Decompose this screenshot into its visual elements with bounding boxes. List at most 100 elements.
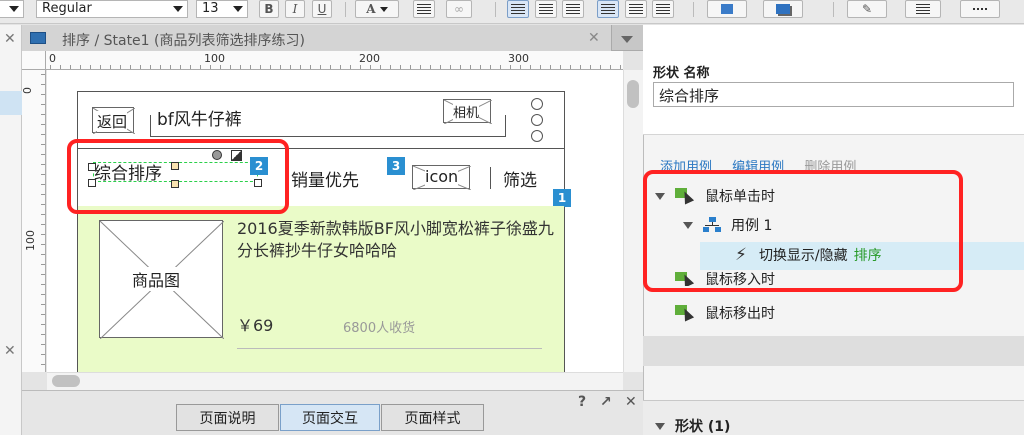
- event-on-mouse-leave[interactable]: 鼠标移出时: [675, 303, 775, 323]
- toolbar-separator: [345, 2, 346, 17]
- vertical-scrollbar[interactable]: [623, 70, 643, 372]
- italic-button[interactable]: I: [285, 0, 305, 18]
- line-width-button[interactable]: [905, 0, 941, 18]
- more-dot[interactable]: [531, 130, 543, 142]
- shape-section-label: 形状 (1): [675, 419, 731, 435]
- ruler-label: 0: [21, 87, 34, 94]
- pen-icon: ✎: [861, 2, 873, 16]
- product-title: 2016夏季新款韩版BF风小脚宽松裤子徐盛九分长裤抄牛仔女哈哈哈: [237, 219, 554, 260]
- icon-placeholder-label: icon: [425, 167, 459, 186]
- bold-button[interactable]: B: [259, 0, 279, 18]
- mouse-event-icon: [675, 305, 695, 322]
- ruler-label: 100: [204, 52, 225, 65]
- ruler-corner: [22, 51, 46, 70]
- filter-divider: [490, 167, 491, 189]
- toolbar-separator: [833, 2, 834, 17]
- font-style-value: Regular: [42, 1, 92, 16]
- font-size-value: 13: [202, 1, 219, 16]
- vertical-scrollbar-thumb[interactable]: [627, 80, 639, 108]
- font-color-icon: A: [366, 2, 376, 16]
- vertical-ruler: 0 100: [21, 70, 46, 372]
- more-dot[interactable]: [531, 98, 543, 110]
- expand-chevron-down-icon[interactable]: [655, 422, 665, 430]
- page-icon: [30, 32, 46, 44]
- search-box-text: bf风牛仔裤: [157, 110, 242, 130]
- bullet-list-button[interactable]: [413, 0, 435, 18]
- ruler-label: 0: [49, 52, 56, 65]
- selected-page-highlight: [0, 91, 22, 115]
- event-label: 鼠标移出时: [705, 306, 775, 322]
- font-size-select[interactable]: 13: [196, 0, 248, 18]
- annotation-badge-1[interactable]: 1: [553, 189, 571, 207]
- tab-page-interactions[interactable]: 页面交互: [280, 404, 380, 431]
- callout-highlight: [67, 139, 289, 214]
- link-icon: ∞: [454, 2, 464, 16]
- fill-color-button[interactable]: [707, 0, 747, 18]
- line-style-button[interactable]: [960, 0, 1000, 18]
- ruler-label: 200: [359, 52, 380, 65]
- callout-highlight: [643, 170, 963, 292]
- link-button[interactable]: ∞: [446, 0, 472, 18]
- annotation-badge-3[interactable]: 3: [387, 157, 405, 175]
- shape-section-toggle[interactable]: 形状 (1): [655, 416, 730, 435]
- shape-name-input[interactable]: 综合排序: [653, 82, 1014, 107]
- product-image-label: 商品图: [132, 267, 181, 291]
- bullet-list-icon: [417, 4, 431, 14]
- ruler-label: 100: [24, 230, 37, 251]
- toolbar-separator: [495, 2, 496, 17]
- valign-bottom-icon: [656, 4, 670, 14]
- line-color-button[interactable]: ✎: [847, 0, 887, 18]
- shape-name-label: 形状 名称: [653, 66, 710, 81]
- sort-sales-label[interactable]: 销量优先: [291, 166, 359, 191]
- shadow-button[interactable]: [763, 0, 803, 18]
- close-icon[interactable]: ✕: [4, 31, 16, 47]
- product-image: 商品图: [99, 220, 224, 339]
- line-width-icon: [916, 4, 930, 14]
- left-dropdown[interactable]: [0, 0, 24, 18]
- toolbar: Regular 13 B I U A ∞ ✎: [0, 0, 1024, 24]
- align-center-button[interactable]: [535, 0, 557, 18]
- more-dot[interactable]: [531, 114, 543, 126]
- expand-icon[interactable]: ↗: [600, 394, 612, 410]
- align-left-button[interactable]: [507, 0, 529, 18]
- design-canvas[interactable]: 返回 bf风牛仔裤 相机 综合排序 2 销量优先 3 icon 筛选 1 商品图…: [47, 70, 623, 372]
- back-button[interactable]: 返回: [92, 107, 135, 134]
- camera-button-label: 相机: [453, 102, 480, 121]
- horizontal-scrollbar[interactable]: [47, 372, 623, 390]
- paint-bucket-icon: [721, 4, 733, 14]
- product-buyers: 6800人收货: [343, 321, 416, 336]
- ruler-label: 300: [508, 52, 529, 65]
- align-center-icon: [539, 4, 553, 14]
- valign-middle-icon: [629, 4, 643, 14]
- tab-menu-chevron-down-icon[interactable]: [621, 36, 633, 43]
- underline-button[interactable]: U: [312, 0, 332, 18]
- valign-top-button[interactable]: [597, 0, 619, 18]
- font-color-button[interactable]: A: [355, 0, 399, 18]
- filter-label[interactable]: 筛选: [503, 166, 537, 191]
- horizontal-ruler: 0 100 200 300: [46, 51, 623, 70]
- tab-page-notes[interactable]: 页面说明: [176, 404, 279, 431]
- dotted-line-icon: [973, 8, 987, 10]
- align-right-icon: [566, 4, 580, 14]
- close-tab-icon[interactable]: ✕: [588, 30, 600, 46]
- font-style-select[interactable]: Regular: [36, 0, 188, 18]
- back-button-label: 返回: [97, 111, 128, 132]
- icon-placeholder[interactable]: icon: [412, 165, 471, 190]
- product-price: ￥69: [237, 316, 274, 335]
- valign-bottom-button[interactable]: [652, 0, 674, 18]
- tab-page-style[interactable]: 页面样式: [381, 404, 484, 431]
- close-icon[interactable]: ✕: [625, 394, 637, 410]
- inspector-divider-band: [643, 336, 1024, 366]
- help-icon[interactable]: ?: [578, 394, 586, 410]
- close-icon[interactable]: ✕: [4, 343, 16, 359]
- document-tab-title: 排序 / State1 (商品列表筛选排序练习): [62, 33, 305, 49]
- valign-middle-button[interactable]: [625, 0, 647, 18]
- horizontal-scrollbar-thumb[interactable]: [52, 375, 80, 387]
- align-left-icon: [511, 4, 525, 14]
- shadow-icon: [776, 4, 790, 14]
- align-right-button[interactable]: [562, 0, 584, 18]
- product-divider: [237, 348, 542, 349]
- valign-top-icon: [601, 4, 615, 14]
- camera-button[interactable]: 相机: [443, 99, 492, 124]
- left-panel-strip: ✕ ✕: [0, 25, 22, 435]
